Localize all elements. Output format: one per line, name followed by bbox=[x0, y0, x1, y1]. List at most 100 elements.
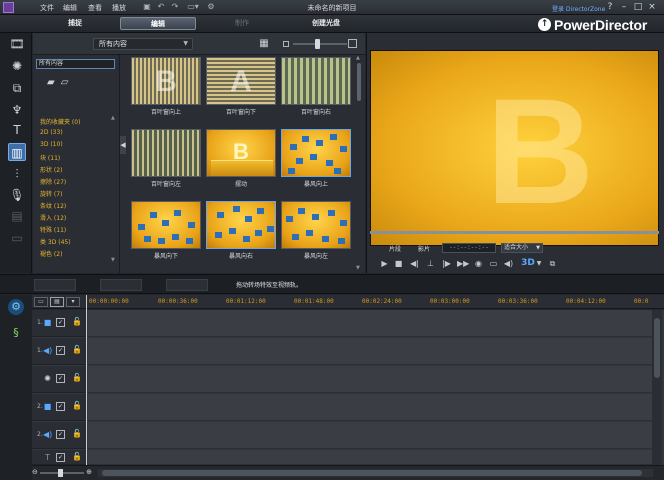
menu-play[interactable]: 播放 bbox=[112, 3, 126, 13]
pip-room-icon[interactable]: ⧉ bbox=[8, 79, 26, 97]
particle-room-icon[interactable]: ♆ bbox=[8, 101, 26, 119]
track-manager-icon[interactable]: ▾ bbox=[66, 297, 80, 307]
track-lane-video-1[interactable] bbox=[88, 310, 652, 337]
lock-icon[interactable]: 🔓 bbox=[72, 429, 82, 438]
menu-view[interactable]: 查看 bbox=[88, 3, 102, 13]
scrollbar-thumb[interactable] bbox=[102, 470, 642, 476]
stop-icon[interactable]: ■ bbox=[393, 258, 404, 269]
volume-icon[interactable]: ◀) bbox=[503, 258, 514, 269]
category-3d-like[interactable]: 类 3D (45) bbox=[40, 237, 71, 246]
category-fade[interactable]: 褪色 (2) bbox=[40, 249, 62, 258]
login-directorzone-link[interactable]: 登录 DirectorZone bbox=[552, 4, 605, 13]
lock-icon[interactable]: 🔓 bbox=[72, 317, 82, 326]
track-lane-fx[interactable] bbox=[88, 366, 652, 393]
track-enable-checkbox[interactable]: ✓ bbox=[56, 430, 65, 439]
transition-thumb[interactable]: 暴风向上 bbox=[281, 129, 351, 188]
category-block[interactable]: 块 (11) bbox=[40, 153, 60, 162]
scrollbar-thumb[interactable] bbox=[654, 318, 660, 378]
hint-tool-button-3[interactable] bbox=[166, 279, 208, 291]
lock-icon[interactable]: 🔓 bbox=[72, 401, 82, 410]
scroll-up-icon[interactable]: ▲ bbox=[111, 115, 116, 121]
scrollbar-thumb[interactable] bbox=[357, 63, 361, 101]
transition-thumb[interactable]: B 摆动 bbox=[206, 129, 276, 188]
transition-thumb[interactable]: 暴风向右 bbox=[206, 201, 276, 260]
timeline-mode-toggle[interactable]: ▭ bbox=[34, 297, 48, 307]
fast-forward-icon[interactable]: ▶▶ bbox=[457, 258, 469, 269]
track-lane-title[interactable] bbox=[88, 450, 652, 465]
undock-icon[interactable]: ⧉ bbox=[547, 258, 558, 269]
category-2d[interactable]: 2D (33) bbox=[40, 129, 63, 136]
lock-icon[interactable]: 🔓 bbox=[72, 345, 82, 354]
zoom-out-icon[interactable]: ⊖ bbox=[32, 468, 38, 476]
magic-tools-icon[interactable]: § bbox=[8, 325, 24, 341]
scroll-up-icon[interactable]: ▲ bbox=[356, 55, 360, 61]
track-enable-checkbox[interactable]: ✓ bbox=[56, 346, 65, 355]
fit-size-dropdown[interactable]: 适合大小 ▼ bbox=[501, 243, 543, 253]
slider-thumb[interactable] bbox=[58, 469, 63, 477]
save-icon[interactable]: ▣ bbox=[142, 2, 152, 12]
timeline-vertical-scrollbar[interactable] bbox=[652, 310, 662, 465]
menu-file[interactable]: 文件 bbox=[40, 3, 54, 13]
menu-edit[interactable]: 编辑 bbox=[63, 3, 77, 13]
track-enable-checkbox[interactable]: ✓ bbox=[56, 402, 65, 411]
lock-icon[interactable]: 🔓 bbox=[72, 452, 82, 461]
timeline-view-icon[interactable]: ⚙ bbox=[8, 299, 24, 315]
category-special[interactable]: 特殊 (11) bbox=[40, 225, 66, 234]
transition-thumb[interactable]: B 百叶窗向上 bbox=[131, 57, 201, 116]
3d-mode-icon[interactable]: 3D bbox=[521, 258, 535, 269]
transition-thumb[interactable]: 暴风向左 bbox=[281, 201, 351, 260]
timeline-zoom-slider[interactable]: ⊖ ⊕ bbox=[32, 468, 92, 477]
chevron-down-icon[interactable]: ▼ bbox=[535, 258, 543, 269]
undo-icon[interactable]: ↶ bbox=[156, 2, 166, 12]
slider-thumb[interactable] bbox=[315, 39, 320, 49]
split-icon[interactable]: ⊥ bbox=[425, 258, 436, 269]
minimize-button[interactable]: – bbox=[619, 1, 629, 13]
storyboard-mode-toggle[interactable]: ▤ bbox=[50, 297, 64, 307]
subtitle-room-icon[interactable]: ▭ bbox=[8, 229, 26, 247]
close-button[interactable]: × bbox=[647, 1, 657, 13]
snapshot-icon[interactable]: ◉ bbox=[473, 258, 484, 269]
hint-tool-button-1[interactable] bbox=[34, 279, 76, 291]
next-frame-icon[interactable]: |▶ bbox=[441, 258, 452, 269]
tab-edit[interactable]: 编辑 bbox=[120, 17, 196, 30]
thumbnail-scrollbar[interactable]: ▲ ▼ bbox=[356, 55, 363, 273]
scroll-down-icon[interactable]: ▼ bbox=[111, 257, 116, 263]
category-wipe[interactable]: 擦除 (27) bbox=[40, 177, 66, 186]
transition-thumb[interactable]: 百叶窗向右 bbox=[281, 57, 351, 116]
track-enable-checkbox[interactable]: ✓ bbox=[56, 318, 65, 327]
lock-icon[interactable]: 🔓 bbox=[72, 373, 82, 382]
thumbnail-size-slider[interactable] bbox=[283, 39, 357, 49]
display-mode-icon[interactable]: ▭▾ bbox=[186, 2, 200, 12]
track-lane-audio-2[interactable] bbox=[88, 422, 652, 449]
category-scrollbar[interactable]: ▲ ▼ bbox=[111, 115, 116, 265]
category-favorites[interactable]: 我的收藏夹 (0) bbox=[40, 117, 80, 126]
track-lane-audio-1[interactable] bbox=[88, 338, 652, 365]
playhead[interactable] bbox=[86, 295, 87, 465]
transition-room-icon[interactable]: ▥ bbox=[8, 143, 26, 161]
prev-frame-icon[interactable]: ◀| bbox=[409, 258, 420, 269]
hint-tool-button-2[interactable] bbox=[100, 279, 142, 291]
grid-view-icon[interactable]: ▦ bbox=[258, 38, 270, 50]
category-slide[interactable]: 滑入 (12) bbox=[40, 213, 66, 222]
category-stripe[interactable]: 条纹 (12) bbox=[40, 201, 66, 210]
chapter-room-icon[interactable]: ▤ bbox=[8, 207, 26, 225]
category-shape[interactable]: 形状 (2) bbox=[40, 165, 62, 174]
display-icon[interactable]: ▭ bbox=[488, 258, 499, 269]
tab-produce[interactable]: 制作 bbox=[204, 17, 280, 30]
play-icon[interactable]: ▶ bbox=[379, 258, 390, 269]
transition-thumb[interactable]: A 百叶窗向下 bbox=[206, 57, 276, 116]
maximize-button[interactable]: □ bbox=[633, 1, 643, 13]
help-button[interactable]: ? bbox=[605, 1, 615, 13]
track-enable-checkbox[interactable]: ✓ bbox=[56, 374, 65, 383]
settings-gear-icon[interactable]: ⚙ bbox=[206, 2, 216, 12]
transition-thumb[interactable]: 暴风向下 bbox=[131, 201, 201, 260]
voice-over-room-icon[interactable]: 🎙 bbox=[8, 186, 26, 204]
timeline-horizontal-scrollbar[interactable] bbox=[98, 469, 653, 477]
tab-create-disc[interactable]: 创建光盘 bbox=[288, 17, 364, 30]
category-search-input[interactable]: 所有内容 bbox=[36, 59, 115, 69]
timecode-field[interactable]: --:--:--:-- bbox=[442, 243, 496, 253]
folder-icon[interactable]: ▰ bbox=[47, 77, 55, 88]
category-rotate[interactable]: 旋转 (7) bbox=[40, 189, 62, 198]
scroll-down-icon[interactable]: ▼ bbox=[356, 265, 360, 271]
title-room-icon[interactable]: T bbox=[8, 121, 26, 139]
